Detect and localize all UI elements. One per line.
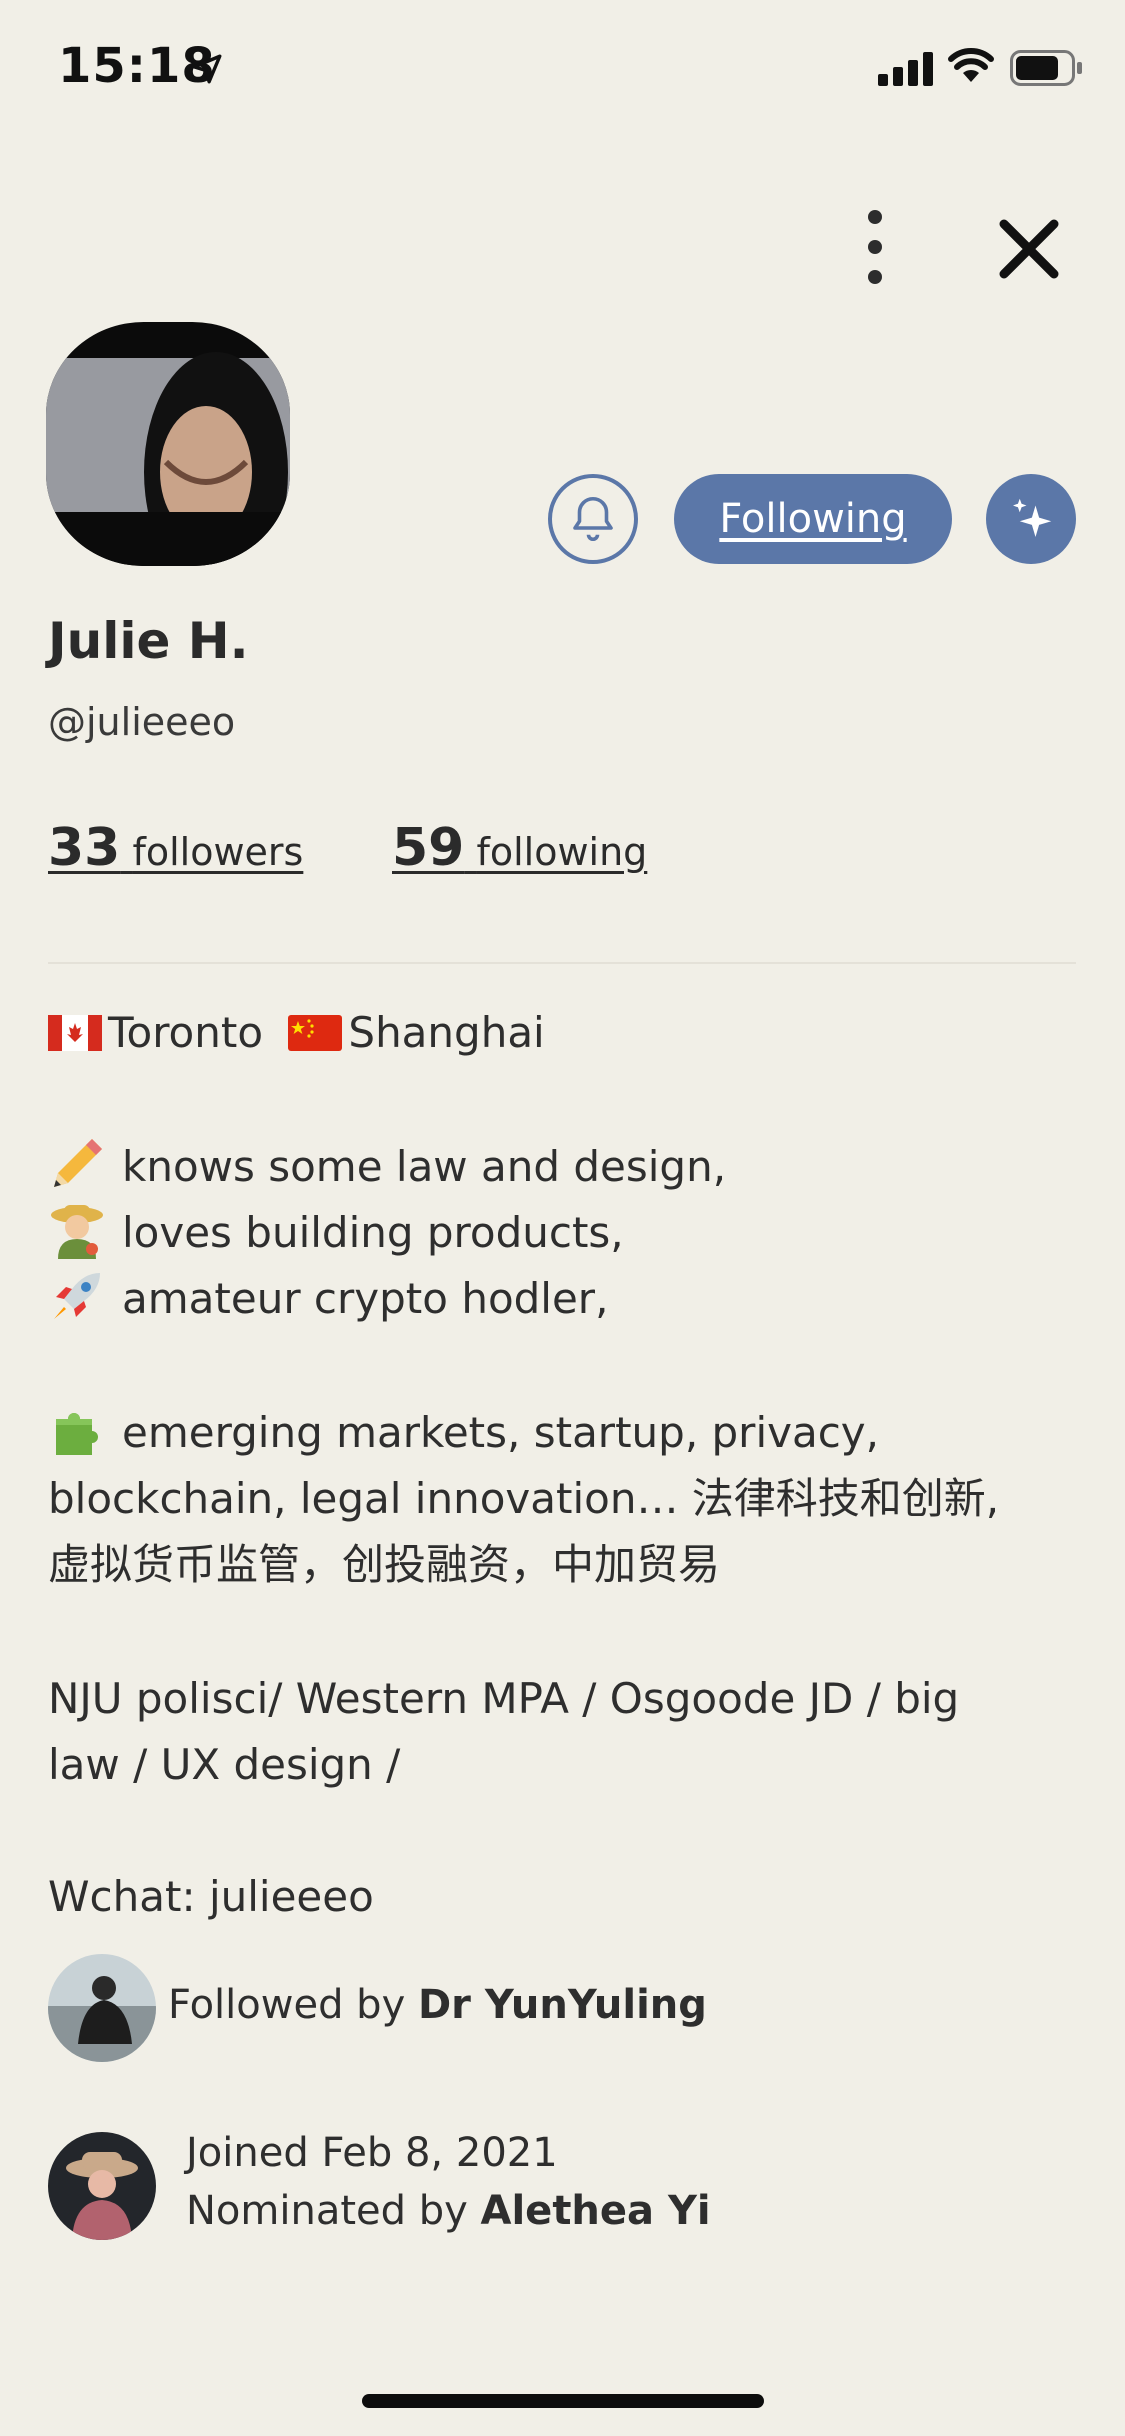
display-name: Julie H. xyxy=(48,612,249,670)
more-options-button[interactable] xyxy=(850,210,900,284)
bio: Toronto Shanghai knows some law and desi… xyxy=(48,1000,1078,1930)
following-link[interactable]: 59 following xyxy=(392,818,647,878)
joined-date: Joined Feb 8, 2021 xyxy=(186,2130,558,2176)
wifi-icon xyxy=(948,48,994,82)
location-a: Toronto xyxy=(108,1008,264,1057)
bio-line-2: loves building products, xyxy=(48,1200,1078,1266)
battery-icon xyxy=(1010,50,1082,86)
profile-avatar[interactable] xyxy=(46,322,290,566)
pencil-icon xyxy=(54,1139,102,1187)
sparkle-icon xyxy=(1013,498,1052,537)
china-flag-icon xyxy=(288,1015,343,1051)
signal-icon xyxy=(878,52,933,86)
home-indicator xyxy=(362,2394,764,2408)
notification-bell-button[interactable] xyxy=(548,474,638,564)
bio-location-line: Toronto Shanghai xyxy=(48,1000,1078,1066)
bio-education-2: law / UX design / xyxy=(48,1740,401,1789)
following-button[interactable]: Following xyxy=(674,474,952,564)
farmer-icon xyxy=(51,1205,103,1259)
canada-flag-icon xyxy=(48,1015,102,1051)
bio-interests-1: emerging markets, startup, privacy, xyxy=(48,1400,1078,1466)
nominated-by-text: Nominated by Alethea Yi xyxy=(186,2188,711,2234)
followers-link[interactable]: 33 followers xyxy=(48,818,303,878)
following-label: following xyxy=(476,830,648,874)
sparkle-button[interactable] xyxy=(986,474,1076,564)
bio-line-3: amateur crypto hodler, xyxy=(48,1266,1078,1332)
divider xyxy=(48,962,1076,964)
bio-line-1: knows some law and design, xyxy=(48,1134,1078,1200)
followed-by-avatar[interactable] xyxy=(48,1954,156,2062)
bio-interests-2: blockchain, legal innovation… 法律科技和创新, xyxy=(48,1474,1000,1523)
followers-count: 33 xyxy=(48,818,121,878)
location-arrow-icon xyxy=(192,54,222,84)
username: @julieeeo xyxy=(48,700,236,744)
bio-wechat: Wchat: julieeeo xyxy=(48,1872,374,1921)
close-icon[interactable] xyxy=(990,210,1068,288)
nominator-avatar[interactable] xyxy=(48,2132,156,2240)
location-b: Shanghai xyxy=(348,1008,545,1057)
more-vertical-icon xyxy=(868,210,882,224)
bio-interests-3: 虚拟货币监管，创投融资，中加贸易 xyxy=(48,1540,721,1589)
rocket-icon xyxy=(54,1273,100,1319)
nominated-by-name[interactable]: Alethea Yi xyxy=(481,2188,711,2234)
bio-education-1: NJU polisci/ Western MPA / Osgoode JD / … xyxy=(48,1674,960,1723)
followed-by-text: Followed by Dr YunYuling xyxy=(168,1982,707,2028)
bell-icon xyxy=(573,496,613,542)
puzzle-icon xyxy=(56,1413,98,1455)
followers-label: followers xyxy=(132,830,304,874)
followed-by-name[interactable]: Dr YunYuling xyxy=(418,1982,707,2028)
following-count: 59 xyxy=(392,818,465,878)
